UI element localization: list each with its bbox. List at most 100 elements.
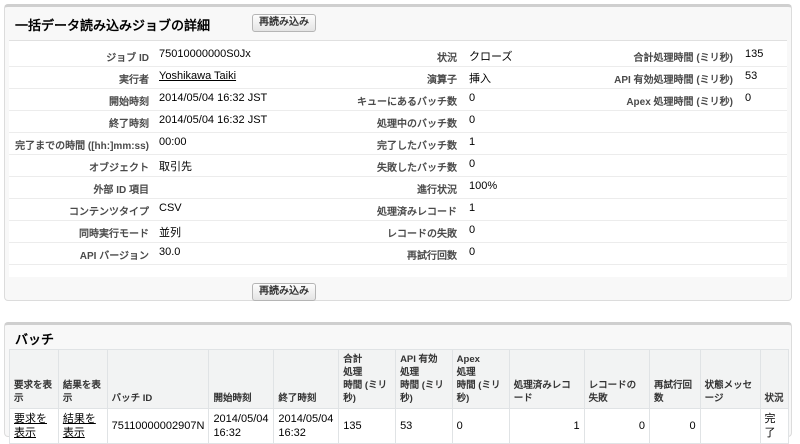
view-result-link[interactable]: 結果を表示 [57,408,108,444]
column-header: 状態メッセージ [699,349,761,409]
field-value: 100% [469,180,498,192]
column-header-text: 合計 [343,354,363,365]
failed-records-cell: 0 [583,408,651,444]
field-label: オブジェクト [89,163,149,174]
field-value: 2014/05/04 16:32 JST [159,114,268,126]
field-label: 完了までの時間 ([hh:]mm:ss) [15,141,149,152]
column-header-text: 状況 [764,393,784,404]
field-value: 0 [745,92,752,104]
column-header-text: 時間 (ミリ秒) [343,380,388,404]
column-header-text: 時間 (ミリ秒) [400,380,444,404]
detail-fields: ジョブ ID 75010000000S0Jx 実行者 Yoshikawa Taiki 開… [9,40,787,277]
field-label: 処理中のバッチ数 [377,119,457,130]
field-value: 取引先 [159,161,192,173]
reload-button-top[interactable]: 再読み込み [252,14,316,32]
column-header-text: 時間 (ミリ秒) [456,380,501,404]
field-value: 並列 [159,227,181,239]
field-label: 外部 ID 項目 [93,185,149,196]
field-label: 実行者 [119,75,149,86]
field-label: ジョブ ID [106,53,149,64]
field-label: Apex 処理時間 (ミリ秒) [626,97,733,108]
column-header-text: 再試行回数 [654,380,693,404]
column-header-text: 終了時刻 [278,393,317,404]
batch-panel: バッチ 要求を表示 結果を表示 バッチ ID 開始時刻 終了時刻 合計処理時間 (ミリ秒)… [4,322,792,444]
field-label: 合計処理時間 (ミリ秒) [633,53,733,64]
field-value: 挿入 [469,73,491,85]
column-header: 終了時刻 [273,349,340,409]
field-label: 完了したバッチ数 [377,141,457,152]
column-header-text: 結果を表示 [62,380,101,404]
field-value: 1 [469,136,476,148]
column-header: 状況 [759,349,790,409]
field-label: 同時実行モード [79,229,149,240]
field-label: キューにあるバッチ数 [357,97,457,108]
column-header-text: 処理済みレコード [513,380,571,404]
column-header-text: レコードの失敗 [588,380,637,404]
apex-time-cell: 0 [451,408,510,444]
owner-link[interactable]: Yoshikawa Taiki [159,70,236,82]
field-value: 0 [469,114,476,126]
field-value: 75010000000S0Jx [159,48,251,60]
retries-cell: 0 [649,408,701,444]
field-value: 53 [745,70,758,82]
page-title: 一括データ読み込みジョブの詳細 [15,18,211,33]
field-value: CSV [159,202,182,214]
api-time-cell: 53 [395,408,453,444]
batch-section-title: バッチ [15,332,55,347]
start-time-cell: 2014/05/04 16:32 [208,408,275,444]
column-header-text: 処理 [400,367,420,378]
field-label: レコードの失敗 [387,229,457,240]
field-value: 0 [469,224,476,236]
batch-id-cell: 75110000002907N [106,408,210,444]
column-header-text: 開始時刻 [213,393,252,404]
status-message-cell [699,408,761,444]
field-value: クローズ [469,51,513,63]
field-label: 失敗したバッチ数 [377,163,457,174]
field-label: 演算子 [427,75,457,86]
field-value: 0 [469,92,476,104]
column-header: 要求を表示 [9,349,59,409]
column-header: レコードの失敗 [583,349,651,409]
field-label: 再試行回数 [407,251,457,262]
field-value: 0 [469,158,476,170]
field-label: 状況 [437,53,457,64]
column-header: 結果を表示 [57,349,108,409]
column-header-text: 状態メッセージ [704,380,753,404]
total-time-cell: 135 [338,408,397,444]
column-header-text: 処理 [343,367,363,378]
field-value: 135 [745,48,764,60]
field-value: 00:00 [159,136,187,148]
processed-records-cell: 1 [508,408,585,444]
field-label: コンテンツタイプ [69,207,149,218]
field-label: API バージョン [79,251,149,262]
batch-table-header: 要求を表示 結果を表示 バッチ ID 開始時刻 終了時刻 合計 処理 時間 (ミリ秒) API … [9,349,790,409]
batch-table: 要求を表示 結果を表示 バッチ ID 開始時刻 終了時刻 合計 処理 時間 (ミリ秒) API … [9,349,790,444]
field-label: 進行状況 [417,185,457,196]
table-row: 要求を表示 結果を表示 75110000002907N 2014/05/04 1… [9,408,790,444]
field-label: 処理済みレコード [377,207,457,218]
column-header-text: 要求を表示 [14,380,53,404]
column-header: 合計処理時間 (ミリ秒) [338,349,397,409]
column-header: API 有効 処理時間 (ミリ秒) [395,349,453,409]
column-header-text: 処理 [456,367,476,378]
field-value: 1 [469,202,476,214]
end-time-cell: 2014/05/04 16:32 [273,408,340,444]
column-header: 処理済みレコード [508,349,585,409]
column-header-text: Apex [456,354,480,365]
column-header-text: バッチ ID [111,393,153,404]
field-label: API 有効処理時間 (ミリ秒) [614,75,733,86]
column-header-text: API 有効 [400,354,438,365]
field-label: 終了時刻 [109,119,149,130]
column-header: Apex 処理時間 (ミリ秒) [451,349,510,409]
view-request-link[interactable]: 要求を表示 [9,408,59,444]
job-detail-panel: 一括データ読み込みジョブの詳細 再読み込み ジョブ ID 75010000000S… [4,4,792,301]
column-header: バッチ ID [106,349,210,409]
field-label: 開始時刻 [109,97,149,108]
reload-button-bottom[interactable]: 再読み込み [252,283,316,301]
field-value: 30.0 [159,246,181,258]
field-value: 2014/05/04 16:32 JST [159,92,268,104]
column-header: 開始時刻 [208,349,275,409]
column-header: 再試行回数 [649,349,701,409]
field-value: 0 [469,246,476,258]
status-cell: 完了 [759,408,790,444]
